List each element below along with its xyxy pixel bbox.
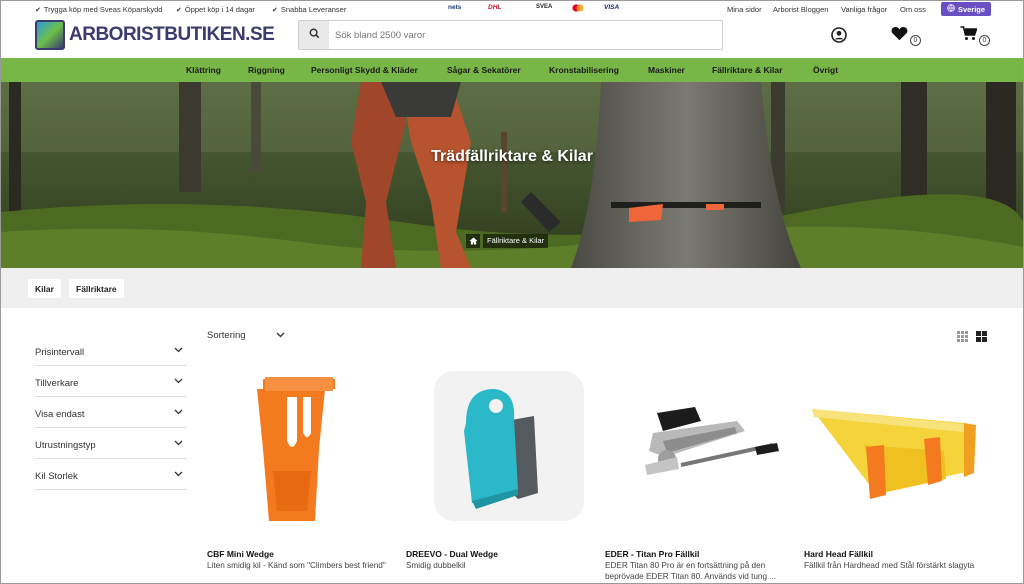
nets-logo: nets: [448, 4, 462, 11]
eder-titan-pro-image: [645, 407, 779, 475]
shopping-cart-icon: [960, 26, 978, 46]
hard-head-wedge-image: [812, 409, 976, 499]
tag-kilar[interactable]: Kilar: [28, 279, 61, 298]
product-name[interactable]: Hard Head Fällkil: [804, 549, 873, 559]
product-card[interactable]: EDER - Titan Pro Fällkil EDER Titan 80 P…: [605, 361, 790, 583]
link-arborist-bloggen[interactable]: Arborist Bloggen: [773, 5, 828, 14]
grid-large-view-icon[interactable]: [976, 329, 987, 347]
chevron-down-icon: [174, 438, 183, 449]
check-icon: ✔: [176, 6, 182, 14]
tree-logo-icon: [35, 20, 65, 50]
filter-label: Tillverkare: [35, 378, 79, 389]
grid-small-view-icon[interactable]: [957, 329, 968, 347]
usp-item: ✔ Snabba Leveranser: [272, 5, 346, 14]
product-name[interactable]: EDER - Titan Pro Fällkil: [605, 549, 699, 559]
user-icon: [831, 27, 847, 48]
hero-banner: Trädfällriktare & Kilar Fällriktare & Ki…: [1, 82, 1023, 268]
usp-label: Trygga köp med Sveas Köparskydd: [43, 5, 163, 14]
nav-item-riggning[interactable]: Riggning: [248, 65, 285, 75]
tag-fallriktare[interactable]: Fällriktare: [69, 279, 124, 298]
breadcrumb-current: Fällriktare & Kilar: [483, 234, 549, 248]
link-mina-sidor[interactable]: Mina sidor: [727, 5, 762, 14]
main-navigation: Klättring Riggning Personligt Skydd & Kl…: [1, 58, 1023, 82]
globe-icon: [947, 4, 955, 14]
chevron-down-icon: [174, 376, 183, 387]
product-description: Liten smidig kil - Känd som "Climbers be…: [207, 561, 386, 570]
nav-item-ovrigt[interactable]: Övrigt: [813, 65, 838, 75]
view-toggle: [957, 329, 987, 347]
logo-text: ARBORISTBUTIKEN.SE: [69, 24, 275, 45]
country-label: Sverige: [957, 4, 986, 14]
product-card[interactable]: CBF Mini Wedge Liten smidig kil - Känd s…: [207, 361, 392, 583]
nav-item-sagar-sekatorer[interactable]: Sågar & Sekatörer: [447, 65, 521, 75]
svea-logo: SVEA: [536, 4, 553, 10]
check-icon: ✔: [35, 6, 41, 14]
dhl-logo: DHL: [488, 4, 502, 11]
filter-utrustningstyp[interactable]: Utrustningstyp: [35, 428, 187, 459]
search-icon: [309, 26, 320, 44]
usp-item: ✔ Trygga köp med Sveas Köparskydd: [35, 5, 162, 14]
nav-item-fallriktare-kilar[interactable]: Fällriktare & Kilar: [712, 65, 782, 75]
filter-label: Kil Storlek: [35, 471, 78, 482]
account-button[interactable]: [831, 27, 847, 48]
product-card[interactable]: Hard Head Fällkil Fällkil från Hardhead …: [804, 361, 989, 583]
filter-visa-endast[interactable]: Visa endast: [35, 397, 187, 428]
dreevo-dual-wedge-image: [434, 371, 584, 521]
breadcrumb: Fällriktare & Kilar: [466, 233, 549, 249]
usp-item: ✔ Öppet köp i 14 dagar: [176, 5, 255, 14]
nav-item-klattring[interactable]: Klättring: [186, 65, 221, 75]
product-description: Fällkil från Hardhead med Stål förstärkt…: [804, 561, 975, 570]
wishlist-count: 0: [910, 35, 921, 46]
chevron-down-icon: [174, 345, 183, 356]
link-vanliga-fragor[interactable]: Vanliga frågor: [841, 5, 887, 14]
cart-button[interactable]: 0: [960, 26, 990, 46]
header: ARBORISTBUTIKEN.SE 0 0: [1, 17, 1023, 57]
hero-title: Trädfällriktare & Kilar: [431, 148, 593, 165]
search-bar: [298, 20, 723, 50]
mastercard-icon: [572, 4, 584, 12]
product-name[interactable]: CBF Mini Wedge: [207, 549, 274, 559]
chevron-down-icon: [174, 407, 183, 418]
link-om-oss[interactable]: Om oss: [900, 5, 926, 14]
country-selector-button[interactable]: Sverige: [941, 2, 991, 16]
filter-label: Visa endast: [35, 409, 85, 420]
product-card[interactable]: DREEVO - Dual Wedge Smidig dubbelkil: [406, 361, 591, 583]
wishlist-button[interactable]: 0: [891, 26, 921, 46]
search-input[interactable]: [335, 27, 715, 43]
visa-logo: VISA: [604, 4, 620, 11]
filter-tillverkare[interactable]: Tillverkare: [35, 366, 187, 397]
filter-kil-storlek[interactable]: Kil Storlek: [35, 459, 187, 490]
product-description: Smidig dubbelkil: [406, 561, 466, 570]
sort-label: Sortering: [207, 330, 246, 341]
usp-label: Snabba Leveranser: [280, 5, 347, 14]
nav-item-kronstabilisering[interactable]: Kronstabilisering: [549, 65, 619, 75]
heart-icon: [891, 26, 908, 46]
subcategory-strip: Kilar Fällriktare: [1, 268, 1023, 308]
cart-count: 0: [979, 35, 990, 46]
filter-prisintervall[interactable]: Prisintervall: [35, 335, 187, 366]
top-bar: ✔ Trygga köp med Sveas Köparskydd ✔ Öppet …: [1, 1, 1023, 17]
nav-item-maskiner[interactable]: Maskiner: [648, 65, 685, 75]
page-frame: ✔ Trygga köp med Sveas Köparskydd ✔ Öppet …: [0, 0, 1024, 584]
search-button[interactable]: [299, 21, 329, 49]
product-name[interactable]: DREEVO - Dual Wedge: [406, 549, 498, 559]
chevron-down-icon: [174, 469, 183, 480]
site-logo[interactable]: ARBORISTBUTIKEN.SE: [35, 20, 275, 50]
breadcrumb-home-button[interactable]: [466, 234, 480, 248]
check-icon: ✔: [272, 6, 278, 14]
filter-label: Prisintervall: [35, 347, 85, 358]
product-description: EDER Titan 80 Pro är en fortsättning på …: [605, 561, 777, 581]
sort-dropdown[interactable]: Sortering: [207, 330, 285, 341]
nav-item-personligt-skydd[interactable]: Personligt Skydd & Kläder: [311, 65, 418, 75]
cbf-mini-wedge-image: [257, 377, 335, 521]
home-icon: [469, 232, 478, 250]
usp-label: Öppet köp i 14 dagar: [184, 5, 255, 14]
chevron-down-icon: [276, 330, 285, 341]
filter-label: Utrustningstyp: [35, 440, 96, 451]
